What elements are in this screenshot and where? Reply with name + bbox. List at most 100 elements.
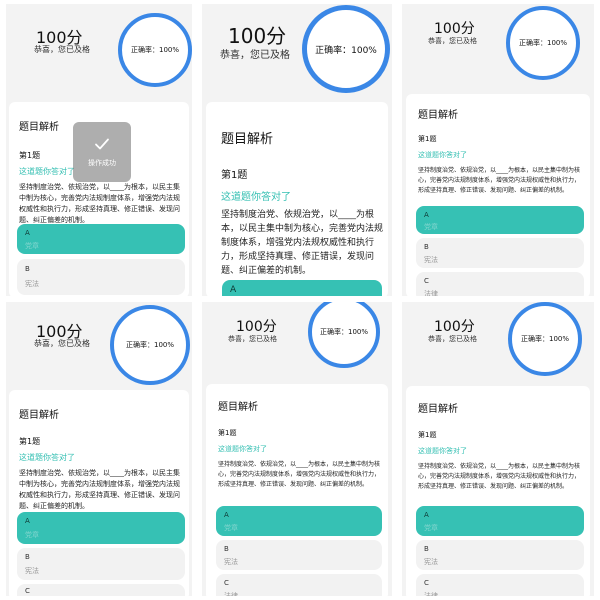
quiz-result-panel-1: 100分 恭喜，您已及格 正确率：100% 题目解析 第1题 这道题你答对了 坚… <box>6 4 192 296</box>
pass-message: 恭喜，您已及格 <box>220 50 290 61</box>
question-text: 坚持制度治党、依规治党，以____为根本，以民主集中制为核心，完善党内法规制度体… <box>418 463 581 490</box>
accuracy-label: 正确率：100% <box>130 46 179 54</box>
checkmark-icon <box>95 138 109 150</box>
question-number: 第1题 <box>221 170 248 181</box>
card-title: 题目解析 <box>218 402 258 413</box>
question-text: 坚持制度治党、依规治党，以____为根本，以民主集中制为核心，完善党内法规制度体… <box>218 461 381 488</box>
score-value: 100分 <box>434 319 475 335</box>
accuracy-ring: 正确率：100% <box>308 302 380 368</box>
question-text: 坚持制度治党、依规治党，以____为根本，以民主集中制为核心，完善党内法规制度体… <box>19 183 180 224</box>
option-letter: B <box>25 265 30 273</box>
option-b[interactable]: B 宪法 <box>416 238 584 268</box>
score-value: 100分 <box>236 319 277 335</box>
result-header: 100分 恭喜，您已及格 正确率：100% <box>6 4 192 99</box>
analysis-card: 题目解析 第1题 这道题你答对了 坚持制度治党、依规治党，以____为根本，以民… <box>9 390 189 596</box>
option-a[interactable]: A 党章 <box>17 512 185 544</box>
pass-message: 恭喜，您已及格 <box>34 339 90 348</box>
option-c[interactable]: C 法律 <box>416 574 584 596</box>
option-letter: B <box>25 553 30 561</box>
question-text: 坚持制度治党、依规治党，以____为根本，以民主集中制为核心，完善党内法规制度体… <box>418 167 581 194</box>
option-b[interactable]: B 宪法 <box>17 548 185 580</box>
option-text: 宪法 <box>25 280 39 288</box>
card-title: 题目解析 <box>221 132 274 147</box>
result-header: 100分 恭喜，您已及格 正确率：100% <box>402 302 594 392</box>
correct-message: 这道题你答对了 <box>19 167 75 176</box>
pass-message: 恭喜，您已及格 <box>34 45 90 54</box>
question-number: 第1题 <box>418 431 437 439</box>
pass-message: 恭喜，您已及格 <box>428 335 477 343</box>
question-number: 第1题 <box>19 151 41 160</box>
analysis-card: 题目解析 第1题 这道题你答对了 坚持制度治党、依规治党，以____为根本，以民… <box>406 386 590 596</box>
option-a[interactable]: A 党章 <box>216 506 382 536</box>
card-title: 题目解析 <box>418 110 458 121</box>
correct-message: 这道题你答对了 <box>218 445 267 453</box>
option-text: 党章 <box>424 524 438 532</box>
question-text: 坚持制度治党、依规治党，以____为根本，以民主集中制为核心，完善党内法规制度体… <box>221 210 384 276</box>
option-text: 党章 <box>25 242 39 250</box>
score-value: 100分 <box>228 24 287 48</box>
accuracy-label: 正确率：100% <box>319 328 368 336</box>
option-text: 党章 <box>424 223 438 231</box>
option-a[interactable]: A <box>222 280 382 296</box>
question-number: 第1题 <box>19 437 41 446</box>
pass-message: 恭喜，您已及格 <box>428 37 477 45</box>
option-c[interactable]: C 法律 <box>416 272 584 296</box>
analysis-card: 题目解析 第1题 这道题你答对了 坚持制度治党、依规治党，以____为根本，以民… <box>406 94 590 296</box>
quiz-result-panel-6: 100分 恭喜，您已及格 正确率：100% 题目解析 第1题 这道题你答对了 坚… <box>402 302 594 596</box>
quiz-result-panel-3: 100分 恭喜，您已及格 正确率：100% 题目解析 第1题 这道题你答对了 坚… <box>402 4 594 296</box>
option-text: 党章 <box>224 524 238 532</box>
result-header: 100分 恭喜，您已及格 正确率：100% <box>402 4 594 99</box>
success-toast: 操作成功 <box>73 122 131 182</box>
accuracy-label: 正确率：100% <box>520 335 569 343</box>
quiz-result-panel-5: 100分 恭喜，您已及格 正确率：100% 题目解析 第1题 这道题你答对了 坚… <box>202 302 392 596</box>
option-text: 法律 <box>424 290 438 296</box>
option-text: 宪法 <box>424 558 438 566</box>
quiz-result-panel-2: 100分 恭喜，您已及格 正确率：100% 题目解析 第1题 这道题你答对了 坚… <box>202 4 392 296</box>
option-letter: A <box>224 511 229 519</box>
card-title: 题目解析 <box>19 122 59 133</box>
option-b[interactable]: B 宪法 <box>17 259 185 295</box>
accuracy-label: 正确率：100% <box>518 39 567 47</box>
option-b[interactable]: B 宪法 <box>216 540 382 570</box>
accuracy-ring: 正确率：100% <box>118 13 192 87</box>
option-letter: B <box>424 243 429 251</box>
option-letter: B <box>224 545 229 553</box>
pass-message: 恭喜，您已及格 <box>228 335 277 343</box>
accuracy-ring: 正确率：100% <box>110 305 190 385</box>
correct-message: 这道题你答对了 <box>19 453 75 462</box>
option-text: 宪法 <box>424 256 438 264</box>
result-header: 100分 恭喜，您已及格 正确率：100% <box>202 4 392 99</box>
option-letter: C <box>424 579 429 587</box>
option-c[interactable]: C 法律 <box>216 574 382 596</box>
accuracy-label: 正确率：100% <box>315 45 377 56</box>
option-letter: A <box>25 229 30 237</box>
option-a[interactable]: A 党章 <box>17 224 185 254</box>
result-header: 100分 恭喜，您已及格 正确率：100% <box>202 302 392 392</box>
quiz-result-panel-4: 100分 恭喜，您已及格 正确率：100% 题目解析 第1题 这道题你答对了 坚… <box>6 302 192 596</box>
correct-message: 这道题你答对了 <box>221 192 291 203</box>
screenshot-collage: 100分 恭喜，您已及格 正确率：100% 题目解析 第1题 这道题你答对了 坚… <box>0 0 600 600</box>
option-b[interactable]: B 宪法 <box>416 540 584 570</box>
option-letter: C <box>224 579 229 587</box>
option-a[interactable]: A 党章 <box>416 206 584 234</box>
option-letter: C <box>424 277 429 285</box>
card-title: 题目解析 <box>418 404 458 415</box>
accuracy-label: 正确率：100% <box>125 341 174 349</box>
accuracy-ring: 正确率：100% <box>506 6 580 80</box>
option-c[interactable]: C <box>17 584 185 596</box>
result-header: 100分 恭喜，您已及格 正确率：100% <box>6 302 192 392</box>
score-value: 100分 <box>434 21 475 37</box>
option-letter: A <box>25 517 30 525</box>
option-text: 宪法 <box>224 558 238 566</box>
question-number: 第1题 <box>218 429 237 437</box>
option-letter: A <box>424 211 429 219</box>
option-letter: B <box>424 545 429 553</box>
card-title: 题目解析 <box>19 410 59 421</box>
option-letter: A <box>424 511 429 519</box>
option-text: 宪法 <box>25 567 39 575</box>
option-letter: A <box>230 285 237 295</box>
analysis-card: 题目解析 第1题 这道题你答对了 坚持制度治党、依规治党，以____为根本，以民… <box>206 384 388 596</box>
toast-message: 操作成功 <box>88 159 116 167</box>
question-number: 第1题 <box>418 135 437 143</box>
option-a[interactable]: A 党章 <box>416 506 584 536</box>
